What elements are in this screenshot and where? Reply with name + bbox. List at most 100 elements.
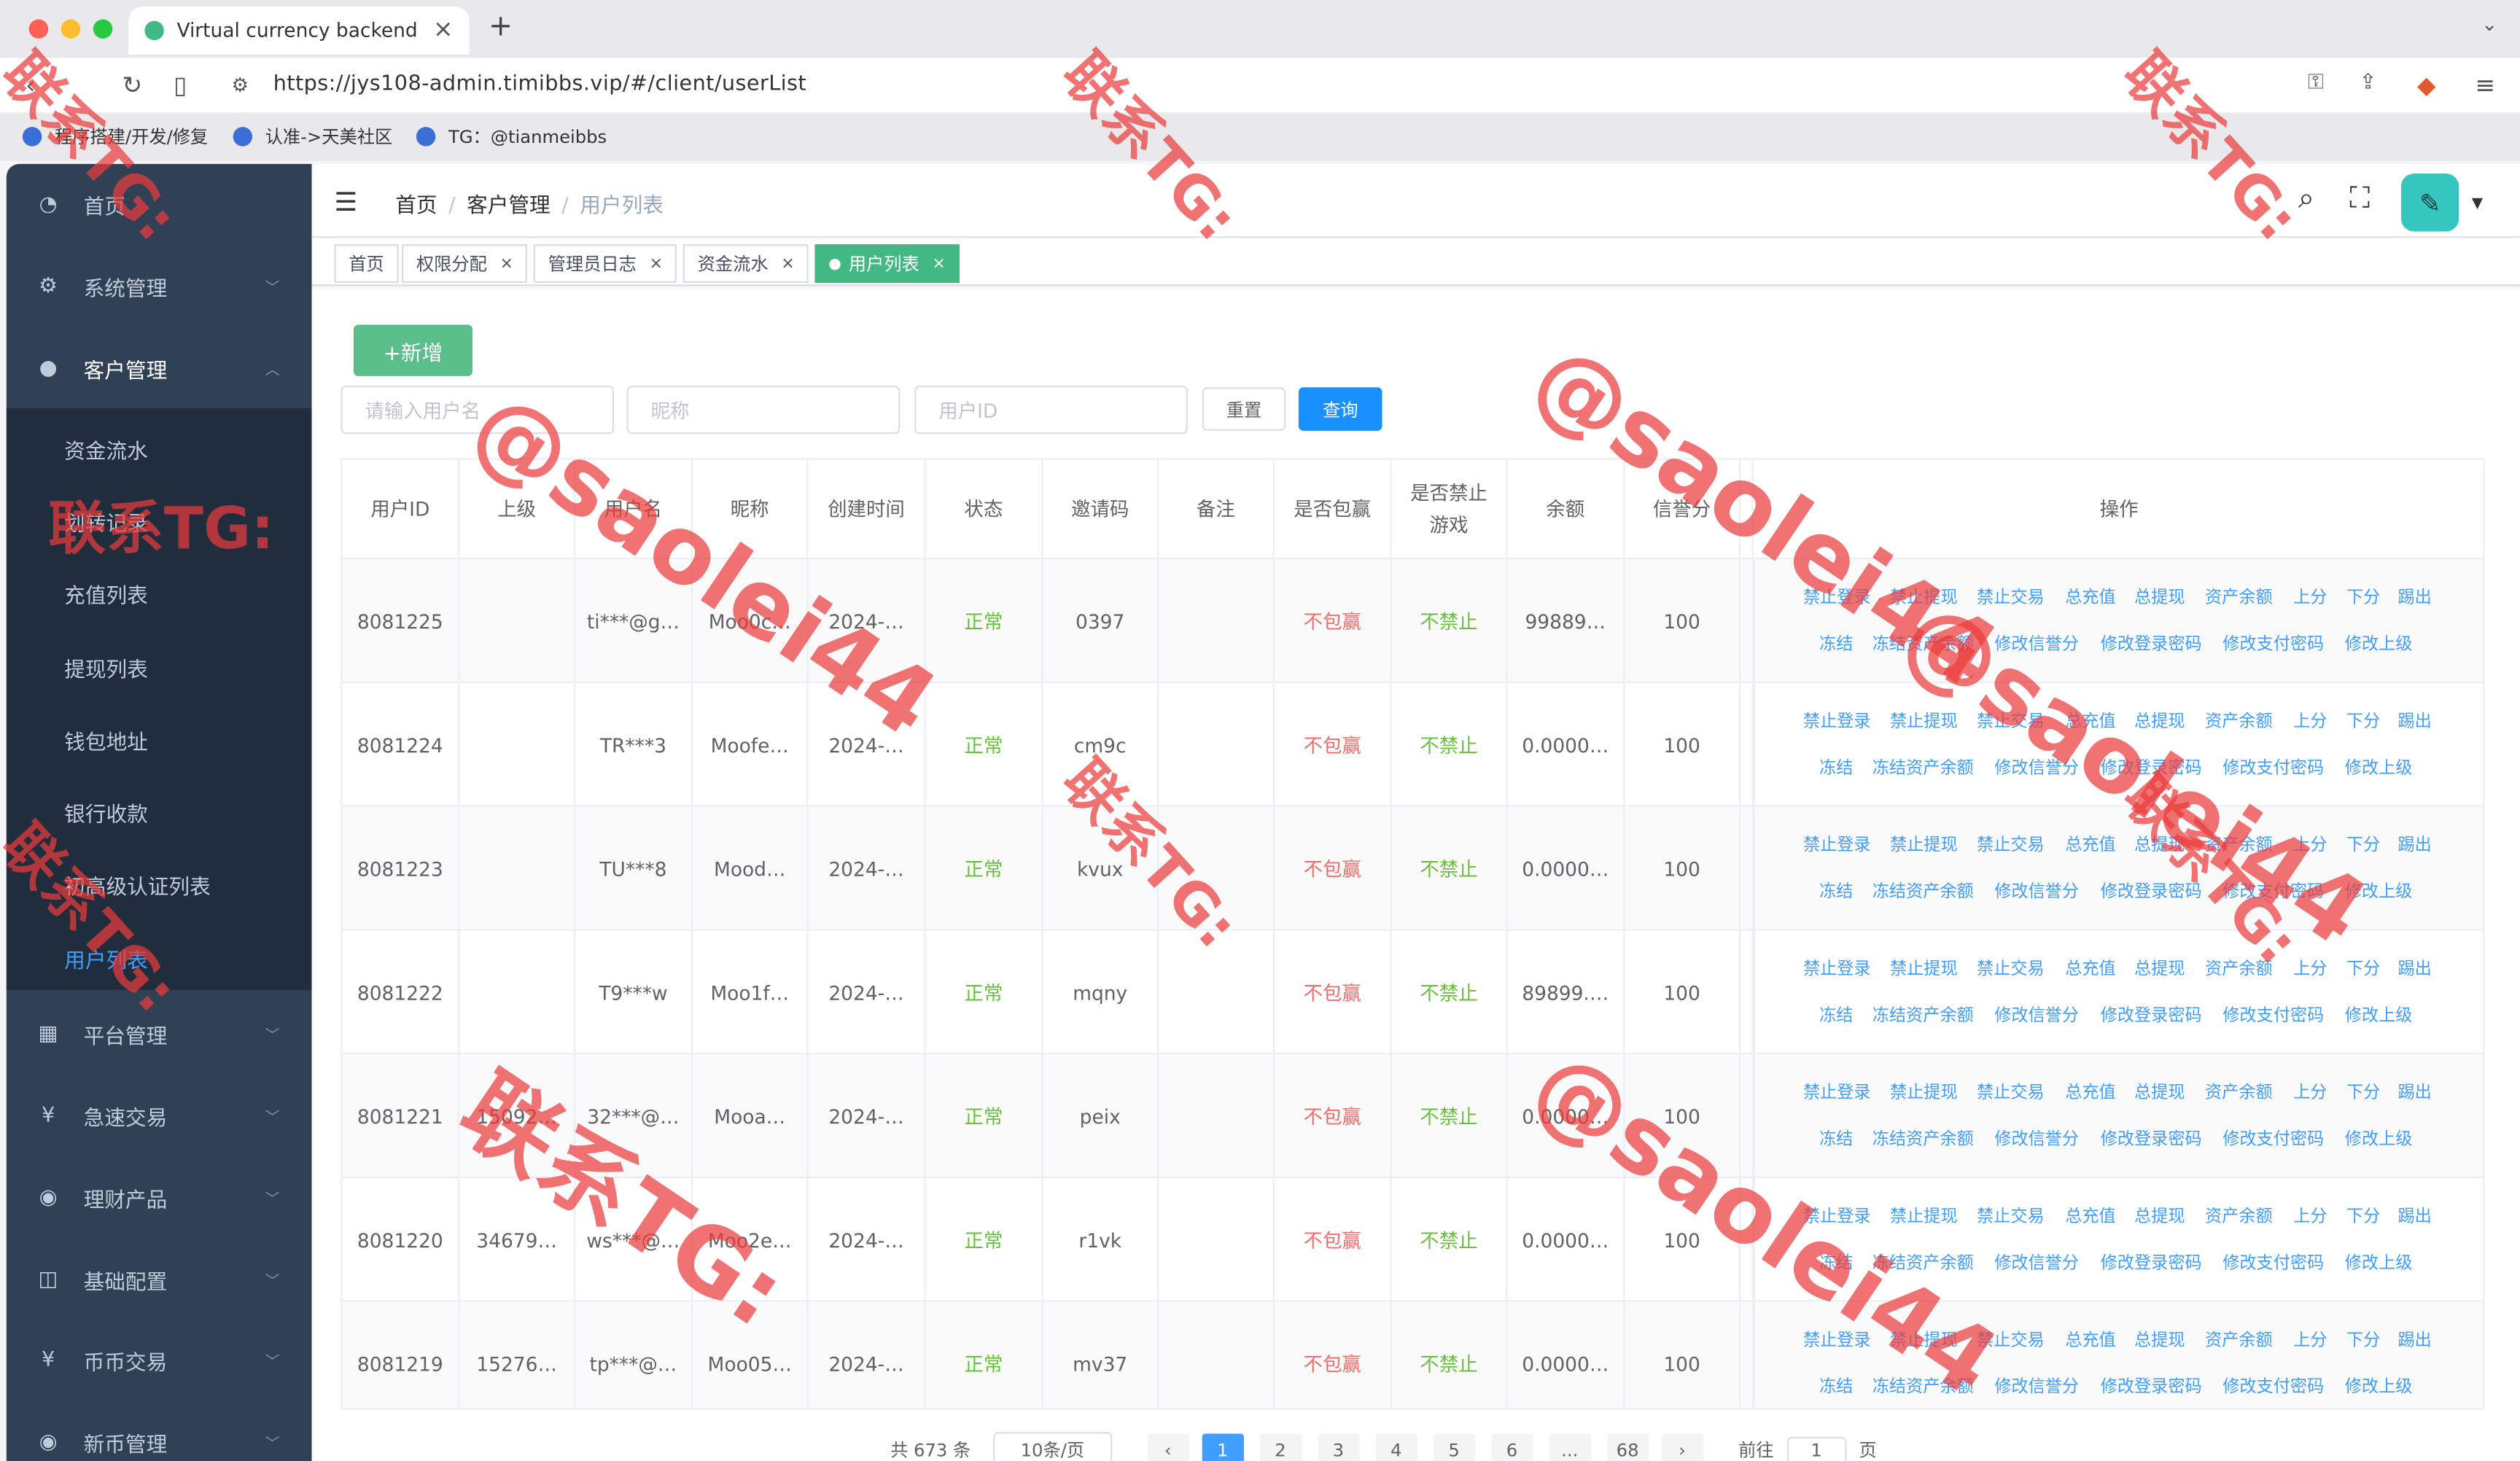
action-link[interactable]: 冻结 bbox=[1819, 755, 1853, 779]
bookmark-item[interactable]: 程序搭建/开发/修复 bbox=[22, 124, 208, 149]
page-button[interactable]: 1 bbox=[1202, 1433, 1244, 1461]
action-link[interactable]: 冻结资产余额 bbox=[1872, 755, 1974, 779]
action-link[interactable]: 总充值 bbox=[2065, 585, 2115, 609]
action-link[interactable]: 冻结资产余额 bbox=[1872, 631, 1974, 655]
submenu-deposit-list[interactable]: 充值列表 bbox=[64, 579, 148, 609]
action-link[interactable]: 总充值 bbox=[2065, 1080, 2115, 1104]
action-link[interactable]: 修改信誉分 bbox=[1994, 755, 2079, 779]
action-link[interactable]: 修改支付密码 bbox=[2222, 1250, 2324, 1274]
action-link[interactable]: 冻结资产余额 bbox=[1872, 1126, 1974, 1150]
action-link[interactable]: 修改信誉分 bbox=[1994, 1250, 2079, 1274]
close-window-button[interactable] bbox=[28, 19, 49, 39]
caret-down-icon[interactable]: ▼ bbox=[2472, 196, 2483, 212]
submenu-wallet-address[interactable]: 钱包地址 bbox=[64, 725, 148, 755]
action-link[interactable]: 下分 bbox=[2346, 833, 2380, 857]
close-icon[interactable]: × bbox=[932, 254, 945, 272]
submenu-bank-receipt[interactable]: 银行收款 bbox=[64, 797, 148, 827]
action-link[interactable]: 上分 bbox=[2293, 957, 2327, 981]
action-link[interactable]: 踢出 bbox=[2398, 585, 2432, 609]
action-link[interactable]: 冻结 bbox=[1819, 1126, 1853, 1150]
prev-page-button[interactable]: ‹ bbox=[1147, 1433, 1189, 1461]
action-link[interactable]: 踢出 bbox=[2398, 1080, 2432, 1104]
url-field[interactable]: https://jys108-admin.timibbs.vip/#/clien… bbox=[273, 72, 806, 96]
action-link[interactable]: 修改上级 bbox=[2345, 1003, 2413, 1027]
tag-admin-log[interactable]: 管理员日志 × bbox=[533, 244, 677, 284]
hamburger-icon[interactable]: ☰ bbox=[334, 187, 357, 217]
minimize-window-button[interactable] bbox=[61, 19, 81, 39]
action-link[interactable]: 总提现 bbox=[2134, 1328, 2185, 1352]
sidebar-item-platform[interactable]: ▦ 平台管理 ﹀ bbox=[7, 993, 312, 1073]
page-button[interactable]: 4 bbox=[1375, 1433, 1418, 1461]
action-link[interactable]: 修改上级 bbox=[2345, 1374, 2413, 1398]
action-link[interactable]: 修改上级 bbox=[2345, 755, 2413, 779]
action-link[interactable]: 上分 bbox=[2293, 585, 2327, 609]
action-link[interactable]: 修改登录密码 bbox=[2101, 1126, 2202, 1150]
sidebar-item-fast-trade[interactable]: ¥ 急速交易 ﹀ bbox=[7, 1075, 312, 1156]
action-link[interactable]: 冻结 bbox=[1819, 1003, 1853, 1027]
tag-home[interactable]: 首页 bbox=[334, 244, 399, 284]
action-link[interactable]: 总提现 bbox=[2134, 957, 2185, 981]
action-link[interactable]: 下分 bbox=[2346, 957, 2380, 981]
action-link[interactable]: 禁止交易 bbox=[1977, 1080, 2045, 1104]
action-link[interactable]: 踢出 bbox=[2398, 1204, 2432, 1228]
action-link[interactable]: 总提现 bbox=[2134, 1080, 2185, 1104]
action-link[interactable]: 修改上级 bbox=[2345, 631, 2413, 655]
key-icon[interactable]: ⚿ bbox=[2308, 71, 2324, 95]
action-link[interactable]: 踢出 bbox=[2398, 1328, 2432, 1352]
action-link[interactable]: 修改信誉分 bbox=[1994, 879, 2079, 903]
action-link[interactable]: 禁止交易 bbox=[1977, 585, 2045, 609]
breadcrumb-customers[interactable]: 客户管理 bbox=[467, 195, 551, 219]
action-link[interactable]: 修改支付密码 bbox=[2222, 1374, 2324, 1398]
submenu-withdraw-list[interactable]: 提现列表 bbox=[64, 652, 148, 683]
menu-icon[interactable]: ≡ bbox=[2475, 71, 2495, 100]
action-link[interactable]: 总充值 bbox=[2065, 1204, 2115, 1228]
action-link[interactable]: 冻结 bbox=[1819, 1374, 1853, 1398]
back-icon[interactable]: ‹ bbox=[26, 71, 35, 100]
action-link[interactable]: 上分 bbox=[2293, 1328, 2327, 1352]
fullscreen-icon[interactable]: ⛶ bbox=[2349, 182, 2370, 215]
action-link[interactable]: 修改登录密码 bbox=[2101, 1250, 2202, 1274]
action-link[interactable]: 总提现 bbox=[2134, 709, 2185, 733]
action-link[interactable]: 禁止交易 bbox=[1977, 1204, 2045, 1228]
browser-tab[interactable]: Virtual currency backend × bbox=[128, 6, 470, 55]
userid-search-input[interactable]: 用户ID bbox=[914, 386, 1188, 435]
action-link[interactable]: 禁止提现 bbox=[1890, 833, 1958, 857]
add-button[interactable]: +新增 bbox=[353, 324, 473, 376]
sidebar-item-base-config[interactable]: ◫ 基础配置 ﹀ bbox=[7, 1239, 312, 1320]
action-link[interactable]: 下分 bbox=[2346, 1328, 2380, 1352]
share-icon[interactable]: ⇪ bbox=[2360, 71, 2377, 95]
action-link[interactable]: 禁止登录 bbox=[1803, 833, 1871, 857]
action-link[interactable]: 冻结 bbox=[1819, 879, 1853, 903]
reset-button[interactable]: 重置 bbox=[1202, 387, 1286, 431]
action-link[interactable]: 修改支付密码 bbox=[2222, 1126, 2324, 1150]
action-link[interactable]: 修改支付密码 bbox=[2222, 631, 2324, 655]
action-link[interactable]: 修改支付密码 bbox=[2222, 1003, 2324, 1027]
next-page-button[interactable]: › bbox=[1661, 1433, 1703, 1461]
action-link[interactable]: 禁止提现 bbox=[1890, 957, 1958, 981]
bookmark-icon[interactable]: ▯ bbox=[174, 71, 187, 100]
username-search-input[interactable]: 请输入用户名 bbox=[341, 386, 614, 435]
action-link[interactable]: 修改登录密码 bbox=[2101, 631, 2202, 655]
action-link[interactable]: 禁止登录 bbox=[1803, 1204, 1871, 1228]
action-link[interactable]: 下分 bbox=[2346, 585, 2380, 609]
sidebar-item-new-coin[interactable]: ◉ 新币管理 ﹀ bbox=[7, 1401, 312, 1461]
action-link[interactable]: 资产余额 bbox=[2205, 957, 2273, 981]
action-link[interactable]: 修改登录密码 bbox=[2101, 1374, 2202, 1398]
tag-user-list[interactable]: 用户列表 × bbox=[814, 244, 960, 284]
action-link[interactable]: 禁止登录 bbox=[1803, 1328, 1871, 1352]
action-link[interactable]: 禁止交易 bbox=[1977, 957, 2045, 981]
page-button[interactable]: 68 bbox=[1606, 1433, 1649, 1461]
bookmark-item[interactable]: 认准->天美社区 bbox=[233, 124, 392, 149]
avatar[interactable]: ✎ bbox=[2400, 174, 2459, 232]
action-link[interactable]: 禁止提现 bbox=[1890, 1328, 1958, 1352]
sidebar-item-customers[interactable]: ● 客户管理 ︿ bbox=[7, 328, 312, 408]
reload-icon[interactable]: ↻ bbox=[122, 71, 143, 100]
close-icon[interactable]: × bbox=[499, 254, 513, 272]
sidebar-item-finance[interactable]: ◉ 理财产品 ﹀ bbox=[7, 1157, 312, 1237]
action-link[interactable]: 冻结 bbox=[1819, 1250, 1853, 1274]
action-link[interactable]: 禁止登录 bbox=[1803, 957, 1871, 981]
action-link[interactable]: 修改支付密码 bbox=[2222, 879, 2324, 903]
page-size-select[interactable]: 10条/页 bbox=[993, 1432, 1112, 1461]
sidebar-item-coin-trade[interactable]: ¥ 币币交易 ﹀ bbox=[7, 1320, 312, 1400]
goto-page-input[interactable]: 1 bbox=[1786, 1435, 1846, 1461]
